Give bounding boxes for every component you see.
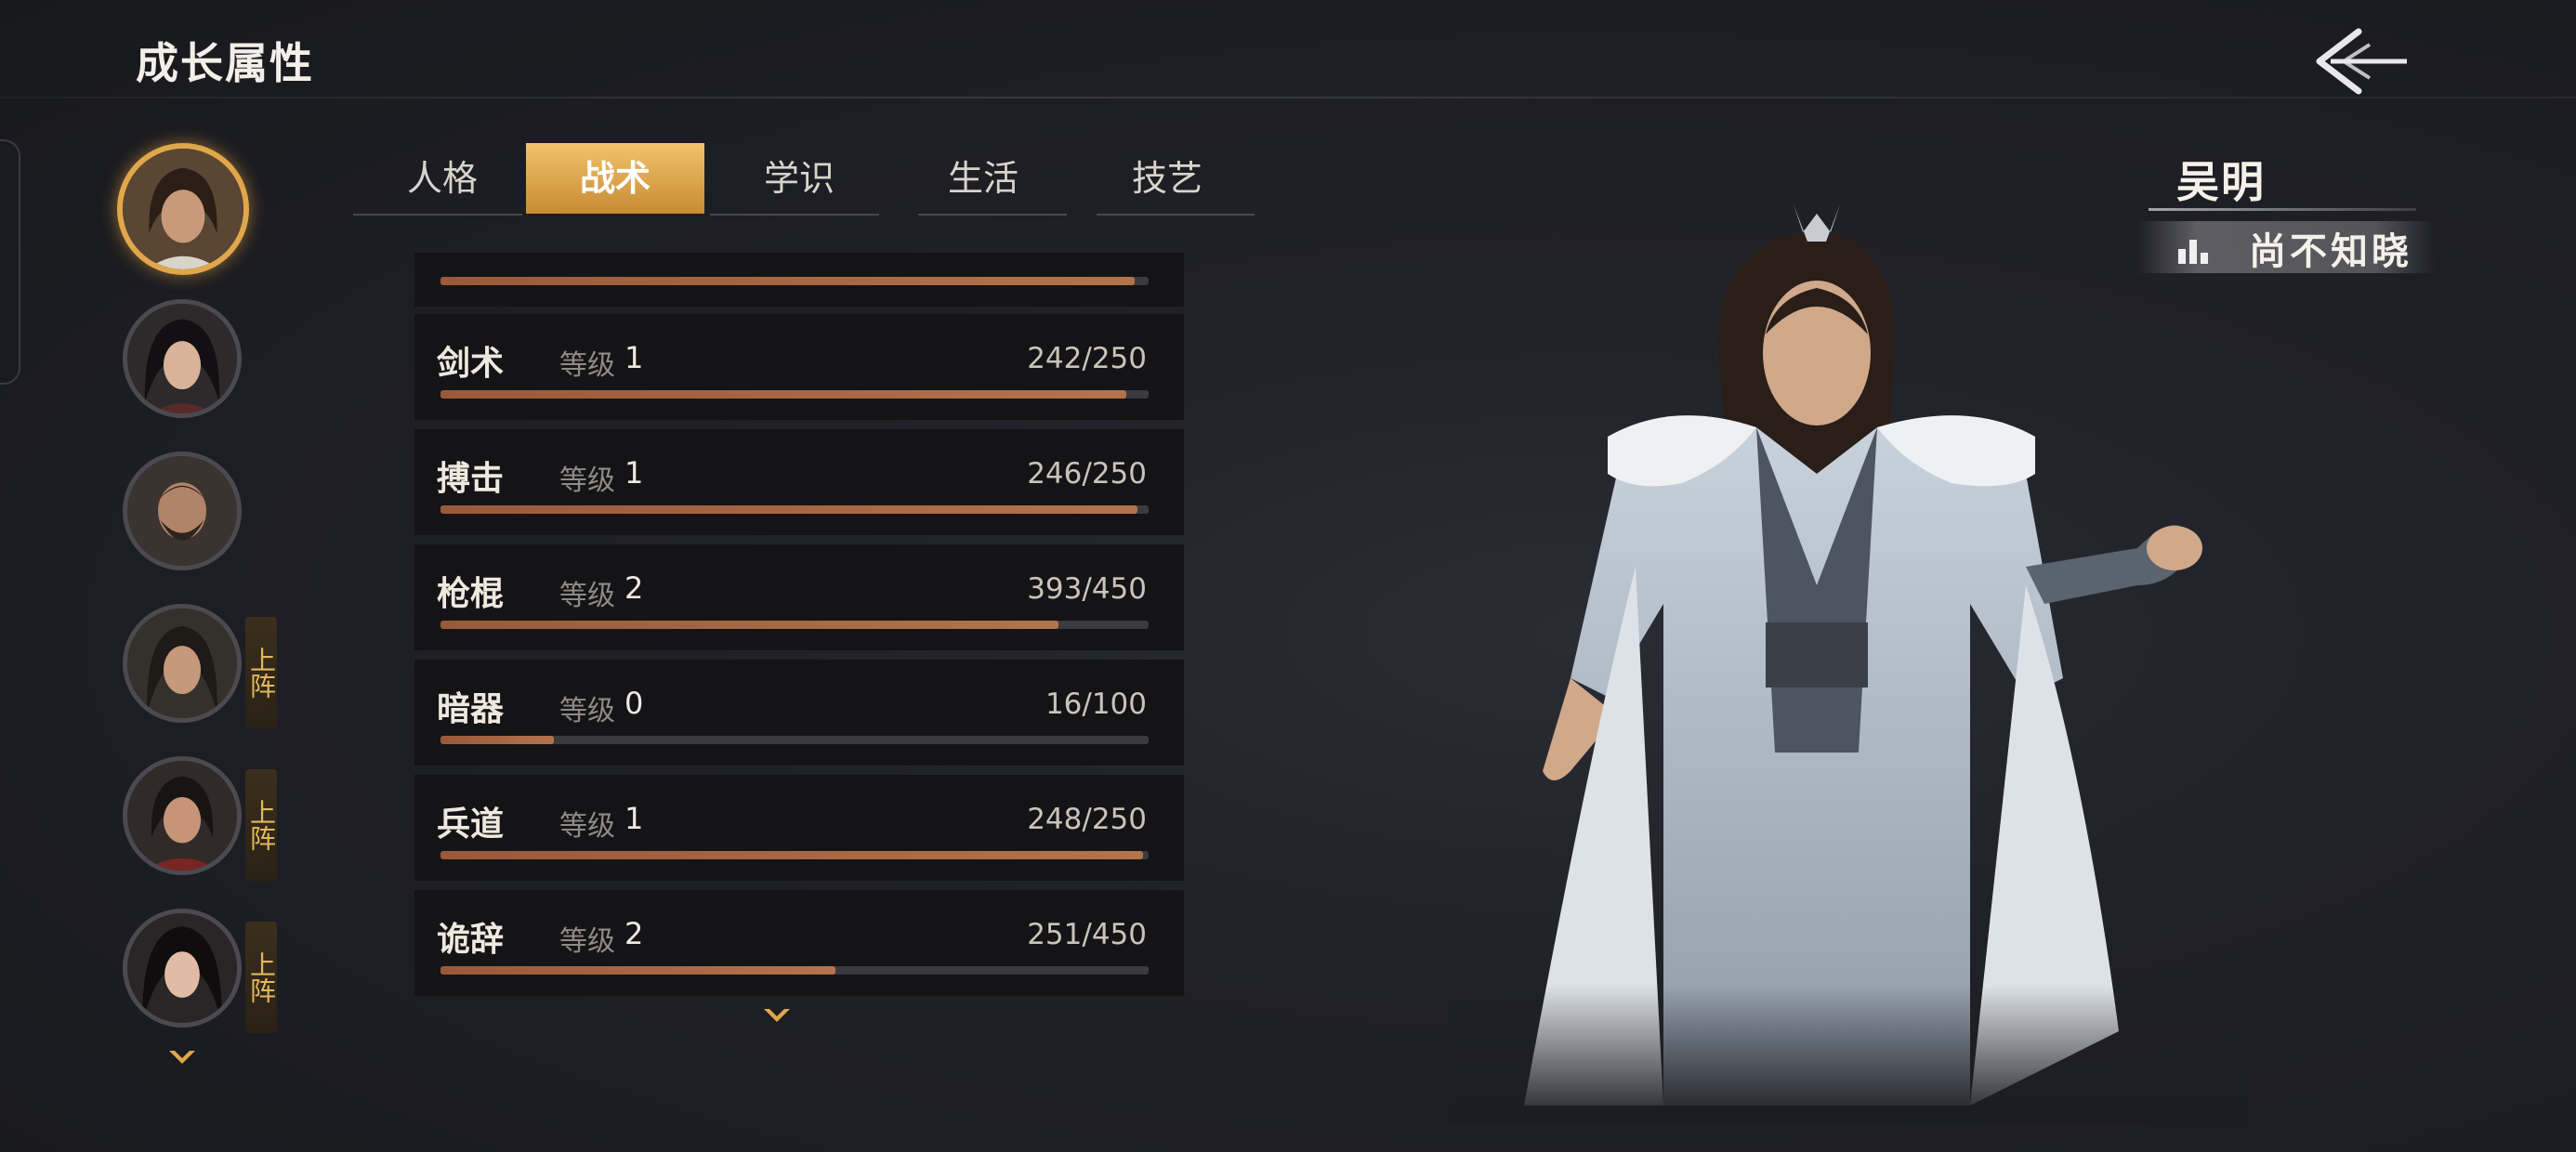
skill-name: 搏击 [437,460,505,498]
tab-personality[interactable]: 人格 [353,143,532,214]
character-roster: 上阵 上阵 上阵 [115,139,301,1087]
skill-xp: 251/450 [1027,918,1147,951]
level-label: 等级 [559,465,615,497]
skill-progress-fill [440,851,1143,859]
skill-row[interactable]: 剑术 等级 1 242/250 [414,314,1184,420]
skill-progress-bar [440,277,1149,285]
skill-list[interactable]: 剑术 等级 1 242/250 搏击 等级 1 246/250 枪棍 等级 2 … [414,253,1184,996]
rank-icon [2178,240,2208,264]
portrait-young-man-icon [123,149,243,269]
skill-name: 剑术 [437,345,505,383]
tab-underline [1097,214,1255,216]
skill-xp: 242/250 [1027,342,1147,375]
level-label: 等级 [559,925,615,958]
tab-underline [710,214,879,216]
skill-level: 2 [624,570,644,606]
skill-progress-bar [440,736,1149,744]
name-divider [2149,208,2416,211]
list-scroll-down-icon[interactable] [762,1005,792,1026]
avatar-portrait-woman-dark-hair[interactable] [123,909,242,1028]
skill-progress-bar [440,851,1149,859]
skill-xp: 16/100 [1045,687,1147,721]
skill-row[interactable]: 枪棍 等级 2 393/450 [414,544,1184,650]
character-figure-illustration [1450,195,2249,1124]
skill-progress-bar [440,621,1149,629]
portrait-man-long-hair-icon [127,609,237,718]
page-title: 成长属性 [136,38,314,88]
avatar-portrait-woman[interactable] [123,299,242,418]
character-name: 吴明 [2176,157,2266,207]
side-edge-handle[interactable] [0,139,20,385]
skill-progress-bar [440,966,1149,975]
skill-level: 0 [624,686,644,721]
skill-progress-fill [440,621,1059,629]
tab-underline [353,214,522,216]
skill-progress-bar [440,390,1149,399]
skill-progress-bar [440,505,1149,514]
skill-progress-fill [440,966,836,975]
level-label: 等级 [559,810,615,843]
deployed-badge: 上阵 [245,769,277,881]
skill-name: 诡辞 [437,921,505,959]
roster-scroll-down-icon[interactable] [167,1048,197,1067]
level-label: 等级 [559,695,615,727]
skill-name: 兵道 [437,805,505,844]
skill-name: 暗器 [437,690,505,728]
skill-progress-fill [440,390,1126,399]
skill-xp: 248/250 [1027,803,1147,836]
avatar-portrait-man-long-hair[interactable] [123,604,242,723]
skill-name: 枪棍 [437,575,505,613]
portrait-woman-icon [127,304,237,413]
skill-row[interactable]: 搏击 等级 1 246/250 [414,429,1184,535]
skill-level: 1 [624,455,644,491]
skill-level: 2 [624,916,644,951]
deployed-badge: 上阵 [245,617,277,728]
skill-row[interactable]: 诡辞 等级 2 251/450 [414,890,1184,996]
header-divider [0,97,2576,98]
level-label: 等级 [559,580,615,612]
tab-life[interactable]: 生活 [894,143,1072,214]
portrait-woman-dark-hair-icon [127,913,237,1023]
skill-row[interactable]: 暗器 等级 0 16/100 [414,660,1184,766]
avatar-portrait-young-man[interactable] [117,143,249,275]
portrait-man-red-robe-icon [127,761,237,871]
skill-level: 1 [624,801,644,836]
portrait-bearded-man-icon [127,456,237,566]
category-tabs: 人格 战术 学识 生活 技艺 [353,141,1255,216]
skill-row[interactable]: 兵道 等级 1 248/250 [414,775,1184,881]
skill-xp: 393/450 [1027,572,1147,606]
avatar-portrait-man-red-robe[interactable] [123,756,242,875]
skill-xp: 246/250 [1027,457,1147,491]
tab-knowledge[interactable]: 学识 [710,143,888,214]
skill-level: 1 [624,340,644,375]
deployed-badge: 上阵 [245,922,277,1033]
back-arrow-icon[interactable] [2303,20,2411,104]
tab-tactics[interactable]: 战术 [526,143,704,214]
level-label: 等级 [559,349,615,382]
skill-row [414,253,1184,307]
skill-progress-fill [440,505,1137,514]
avatar-portrait-bearded-man[interactable] [123,452,242,570]
skill-progress-fill [440,277,1135,285]
skill-progress-fill [440,736,554,744]
character-title: 尚不知晓 [2249,229,2412,273]
tab-underline [918,214,1067,216]
tab-craft[interactable]: 技艺 [1078,143,1256,214]
